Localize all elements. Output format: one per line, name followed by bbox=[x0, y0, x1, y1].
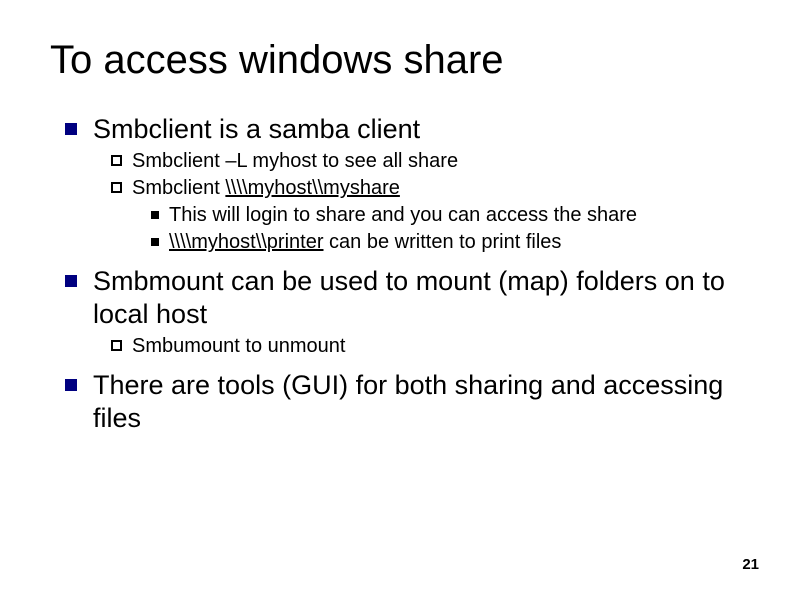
slide-title: To access windows share bbox=[50, 38, 744, 83]
list-item-text: Smbclient is a samba client bbox=[93, 113, 420, 145]
list-item-text: Smbumount to unmount bbox=[132, 334, 345, 359]
list-item-text: Smbmount can be used to mount (map) fold… bbox=[93, 265, 744, 330]
list-item-text: \\\\myhost\\printer can be written to pr… bbox=[169, 230, 561, 255]
page-number: 21 bbox=[742, 556, 759, 573]
list-item: Smbmount can be used to mount (map) fold… bbox=[65, 265, 744, 330]
square-bullet-icon bbox=[65, 123, 77, 135]
list-item: Smbclient is a samba client bbox=[65, 113, 744, 145]
list-item: There are tools (GUI) for both sharing a… bbox=[65, 369, 744, 434]
list-item: Smbclient \\\\myhost\\myshare bbox=[111, 176, 744, 201]
list-item: Smbumount to unmount bbox=[111, 334, 744, 359]
list-item-text: There are tools (GUI) for both sharing a… bbox=[93, 369, 744, 434]
small-square-bullet-icon bbox=[151, 238, 159, 246]
small-square-bullet-icon bbox=[151, 211, 159, 219]
square-bullet-icon bbox=[65, 379, 77, 391]
open-square-bullet-icon bbox=[111, 155, 122, 166]
square-bullet-icon bbox=[65, 275, 77, 287]
list-item-text: Smbclient –L myhost to see all share bbox=[132, 149, 458, 174]
open-square-bullet-icon bbox=[111, 182, 122, 193]
open-square-bullet-icon bbox=[111, 340, 122, 351]
list-item: Smbclient –L myhost to see all share bbox=[111, 149, 744, 174]
list-item: This will login to share and you can acc… bbox=[151, 203, 744, 228]
list-item-text: Smbclient \\\\myhost\\myshare bbox=[132, 176, 400, 201]
list-item: \\\\myhost\\printer can be written to pr… bbox=[151, 230, 744, 255]
slide-content: Smbclient is a samba client Smbclient –L… bbox=[50, 113, 744, 434]
list-item-text: This will login to share and you can acc… bbox=[169, 203, 637, 228]
